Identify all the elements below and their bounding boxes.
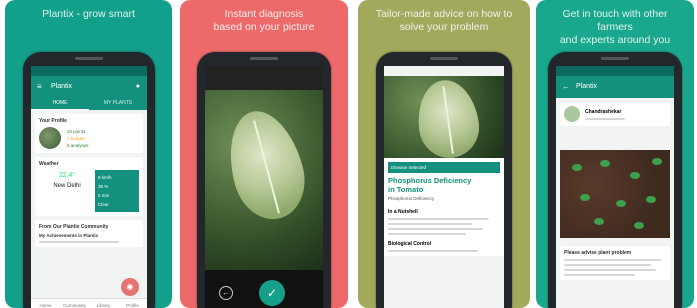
phone-mockup: ← ✓ [197, 52, 331, 308]
promo-card-2: Instant diagnosis based on your picture … [180, 0, 348, 308]
camera-screen: ← ✓ [205, 66, 323, 308]
post-header[interactable]: Chandrashekar [560, 102, 670, 126]
profile-title: Your Profile [39, 118, 67, 124]
leaf-photo [384, 76, 504, 162]
section-biological: Biological Control [388, 241, 432, 247]
camera-fab-icon[interactable]: ◉ [121, 278, 139, 296]
app-screen-home: ≡ Plantix ● HOME MY PLANTS Your Profile … [31, 66, 147, 308]
disease-selected-bar: Disease Selected [388, 162, 500, 173]
back-icon[interactable]: ← [219, 286, 233, 300]
notification-icon[interactable]: ● [136, 76, 140, 98]
plants-photo[interactable] [560, 150, 670, 238]
card-caption: Get in touch with other farmers and expe… [559, 8, 671, 46]
promo-card-4: Get in touch with other farmers and expe… [536, 0, 694, 308]
weather-details: 8 km/h 35 % 0 mm Clear [95, 170, 139, 212]
weather-section[interactable]: Weather 22.4° New Delhi 8 km/h 35 % 0 mm… [35, 157, 143, 216]
promo-card-1: Plantix - grow smart ≡ Plantix ● HOME MY… [5, 0, 172, 308]
temperature: 22.4° [58, 172, 76, 179]
card-caption: Tailor-made advice on how to solve your … [375, 8, 513, 33]
diagnosis-screen: Disease Selected Phosphorus Deficiency i… [384, 66, 504, 308]
card-caption: Plantix - grow smart [42, 8, 135, 20]
weather-title: Weather [39, 161, 59, 167]
app-title: Plantix [576, 83, 598, 90]
tab-bar: HOME MY PLANTS [31, 98, 147, 110]
confirm-check-icon[interactable]: ✓ [259, 280, 285, 306]
menu-icon[interactable]: ≡ [37, 76, 42, 98]
community-section[interactable]: From Our Plantix Community My Achievemen… [35, 220, 143, 247]
humidity: 35 % [98, 184, 109, 189]
avatar [564, 106, 580, 122]
camera-controls: ← ✓ [205, 270, 323, 308]
city-name: New Delhi [53, 183, 81, 189]
avatar [39, 127, 61, 149]
bottom-nav: Home Community Library Profile [31, 298, 147, 308]
nav-community[interactable]: Community [60, 299, 89, 308]
diagnosis-card[interactable]: Disease Selected Phosphorus Deficiency i… [384, 158, 504, 256]
wind: 8 km/h [98, 175, 112, 180]
card-caption: Instant diagnosis based on your picture [213, 8, 315, 33]
community-title: From Our Plantix Community [39, 224, 109, 230]
nav-profile[interactable]: Profile [118, 299, 147, 308]
profile-section[interactable]: Your Profile 10 points 2 badges 5 analys… [35, 114, 143, 153]
diagnosis-subtitle: Phosphorus Deficiency [388, 196, 435, 201]
nav-library[interactable]: Library [89, 299, 118, 308]
nav-home[interactable]: Home [31, 299, 60, 308]
diagnosis-title: Phosphorus Deficiency in Tomato [388, 176, 472, 194]
tab-my-plants[interactable]: MY PLANTS [89, 98, 147, 110]
phone-mockup: ← Plantix Chandrashekar Please advise pl… [548, 52, 682, 308]
app-title: Plantix [51, 83, 73, 90]
community-screen: ← Plantix Chandrashekar Please advise pl… [556, 66, 674, 308]
community-item[interactable]: My Achievements in Plantix [39, 233, 139, 238]
username: Chandrashekar [585, 108, 622, 115]
condition: Clear [98, 202, 109, 207]
app-bar: ≡ Plantix ● [31, 76, 147, 98]
back-arrow-icon[interactable]: ← [562, 76, 570, 98]
stat-analyses: 5 analyses [67, 142, 89, 148]
section-nutshell: In a Nutshell [388, 209, 418, 215]
leaf-photo [205, 90, 323, 270]
stat-points: 10 points [67, 128, 86, 134]
phone-mockup: ≡ Plantix ● HOME MY PLANTS Your Profile … [23, 52, 155, 308]
leaf-image [412, 76, 484, 162]
post-question: Please advise plant problem [564, 250, 632, 256]
app-bar: ← Plantix [556, 76, 674, 98]
promo-card-3: Tailor-made advice on how to solve your … [358, 0, 530, 308]
rain: 0 mm [98, 193, 110, 198]
phone-mockup: Disease Selected Phosphorus Deficiency i… [376, 52, 512, 308]
stat-badges: 2 badges [67, 135, 86, 141]
post-body: Please advise plant problem [560, 246, 670, 280]
tab-home[interactable]: HOME [31, 98, 89, 110]
leaf-image [217, 102, 315, 228]
